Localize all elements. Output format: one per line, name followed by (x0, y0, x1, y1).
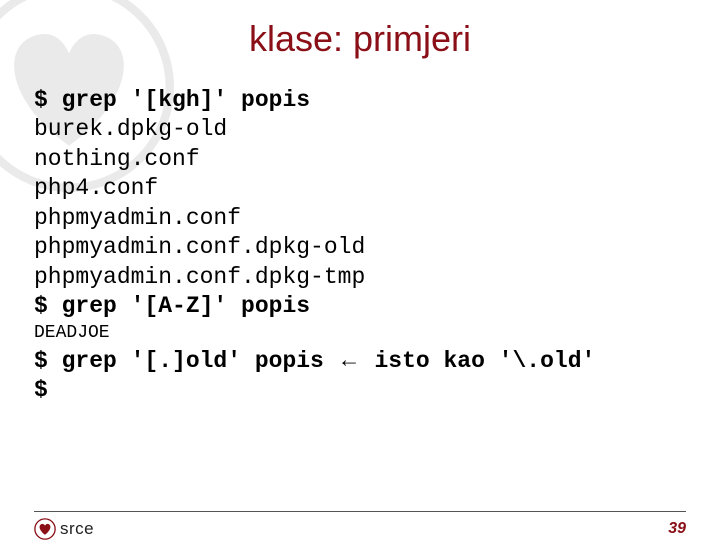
prompt-line: $ (34, 376, 686, 405)
heart-icon (34, 518, 56, 540)
arrow-left-icon: ← (338, 346, 361, 372)
code-block: $ grep '[kgh]' popis burek.dpkg-old noth… (34, 86, 686, 405)
code-line: phpmyadmin.conf.dpkg-tmp (34, 263, 686, 292)
footer-brand-text: srce (60, 519, 94, 539)
code-line: nothing.conf (34, 145, 686, 174)
code-note: isto kao '\.old' (361, 348, 596, 374)
code-line-with-note: $ grep '[.]old' popis ← isto kao '\.old' (34, 345, 686, 376)
code-fragment: $ grep '[.]old' popis (34, 348, 338, 374)
code-line: php4.conf (34, 174, 686, 203)
slide-title: klase: primjeri (0, 18, 720, 60)
footer-logo: srce (34, 518, 94, 540)
footer-rule (34, 511, 686, 512)
code-line: phpmyadmin.conf.dpkg-old (34, 233, 686, 262)
code-line: $ grep '[kgh]' popis (34, 86, 686, 115)
page-number: 39 (668, 520, 686, 538)
code-line: $ grep '[A-Z]' popis (34, 292, 686, 321)
code-line: burek.dpkg-old (34, 115, 686, 144)
code-output-small: DEADJOE (34, 322, 686, 345)
code-line: phpmyadmin.conf (34, 204, 686, 233)
slide-footer: srce 39 (34, 511, 686, 540)
